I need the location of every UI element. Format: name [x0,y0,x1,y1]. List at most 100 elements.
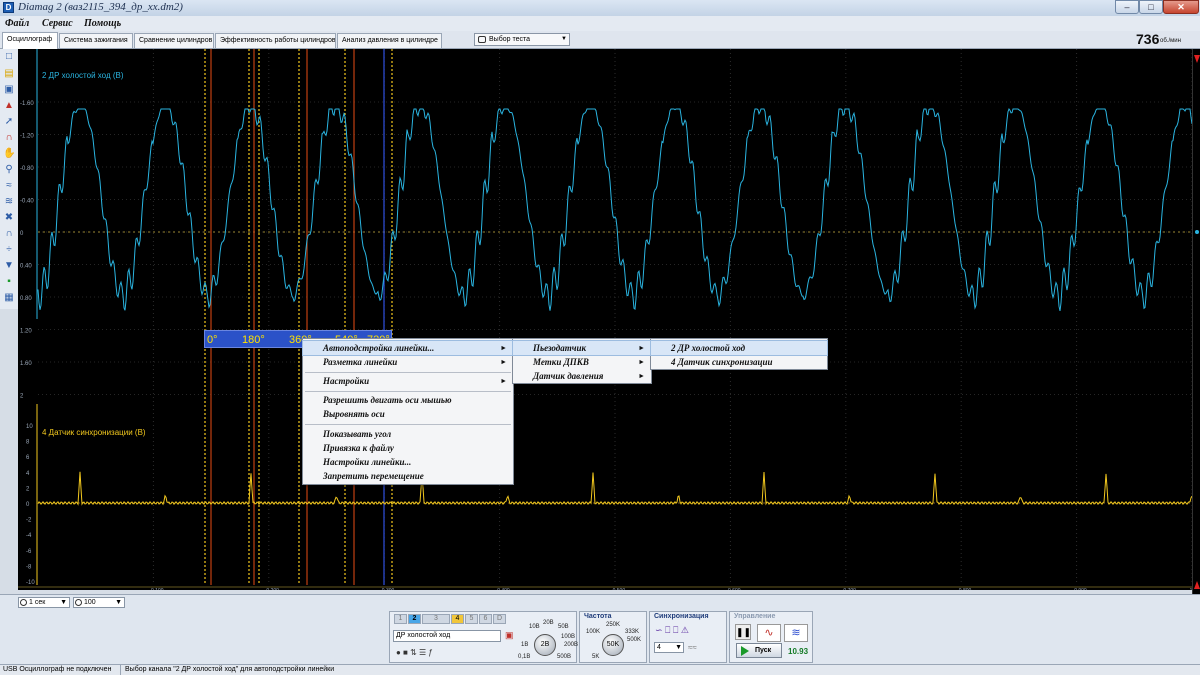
magnet-icon[interactable]: ∩ [3,132,15,143]
open-folder-icon[interactable]: ▤ [3,68,15,79]
left-toolbar: □ ▤ ▣ ▲ ➚ ∩ ✋ ⚲ ≈ ≋ ✖ ∩ ÷ ▼ ▪ ▦ [0,49,18,309]
tab-cylinder-efficiency[interactable]: Эффективность работы цилиндров [215,33,336,48]
channel-color-icon[interactable]: ▣ [505,630,514,641]
channel-tab-6[interactable]: 6 [479,614,492,624]
menu-help[interactable]: Помощь [84,18,121,29]
rpm-value: 736 [1136,31,1160,47]
menu-ruler-marking[interactable]: Разметка линейки ► [303,355,513,369]
x-tick-label: 0.400 [497,588,510,590]
menu-bind-to-file[interactable]: Привязка к файлу [303,441,513,455]
maximize-button[interactable]: □ [1139,0,1163,14]
menu-auto-ruler[interactable]: Автоподстройка линейки... ► [302,340,514,356]
tab-cylinder-pressure[interactable]: Анализ давления в цилиндре [337,33,442,48]
ch2-tick-label: -1.60 [20,101,34,107]
menu-settings[interactable]: Настройки ► [303,374,513,388]
ch2-tick-label: 0.40 [20,264,32,270]
overlay-icon[interactable]: ≋ [3,196,15,207]
ch4-tick-label: -2 [26,518,32,524]
cursor-icon[interactable]: ➚ [3,116,15,127]
channel-tab-1[interactable]: 1 [394,614,407,624]
ch2-tick-label: 1.20 [20,329,32,335]
x-tick-label: 0.800 [959,588,972,590]
wave-icon[interactable]: ≈ [3,180,15,191]
run-button[interactable]: Пуск [736,643,782,658]
menu-forbid-move[interactable]: Запретить перемещение [303,469,513,483]
right-scroll-strip[interactable] [1192,49,1200,594]
channel-tab-5[interactable]: 5 [465,614,478,624]
x-tick-label: 0.500 [613,588,626,590]
hand-icon[interactable]: ✋ [3,148,15,159]
time-scale-select[interactable]: 1 сек ▼ [18,597,70,608]
channel-panel: 1 2 3 4 5 6 D ДР холостой ход ▣ ● ■ ⇅ ☰ … [389,611,578,663]
tab-oscilloscope[interactable]: Осциллограф [2,32,58,49]
channel-name-input[interactable]: ДР холостой ход [393,630,501,642]
play-icon [741,646,749,656]
test-select-dropdown[interactable]: Выбор теста ▼ [474,33,570,46]
x-tick-label: 0.200 [266,588,279,590]
menu-show-angle[interactable]: Показывать угол [303,427,513,441]
ch4-tick-label: -4 [26,533,32,539]
sync-panel: Синхронизация ∽ ⎕ ⎕ ⚠ 4 ▼ ≈≈ [649,611,727,663]
menu-allow-move-axes[interactable]: Разрешить двигать оси мышью [303,393,513,407]
menu-ruler-settings[interactable]: Настройки линейки... [303,455,513,469]
waveform-canvas: -1.60 -1.20 -0.80 -0.40 0 0.40 0.80 1.20 1.60 2 10… [18,49,1192,590]
cross-icon[interactable]: ✖ [3,212,15,223]
marker-icon[interactable]: ▪ [3,276,15,287]
channel-tab-digital[interactable]: D [493,614,506,624]
zoom-icon[interactable]: ⚲ [3,164,15,175]
submenu-piezo-channel: 2 ДР холостой ход 4 Датчик синхронизации [650,338,828,370]
single-wave-icon[interactable]: ∿ [757,624,781,642]
measure-icon[interactable]: ▲ [3,100,15,111]
status-connection: USB Осциллограф не подключен [3,666,112,673]
math-icon[interactable]: ∩ [3,228,15,239]
ch2-tick-label: -1.20 [20,134,34,140]
ch2-label: 2 ДР холостой ход (В) [42,71,124,80]
ch2-tick-label: 0 [20,231,24,237]
sync-mode-icons[interactable]: ∽ ⎕ ⎕ ⚠ [655,625,689,636]
context-menu: Автоподстройка линейки... ► Разметка лине… [302,338,514,485]
diamag-window: D Diamag 2 (ваз2115_394_др_хх.dm2) – □ ✕… [0,0,1200,675]
ch2-tick-label: -0.80 [20,166,34,172]
menu-pressure-sensor[interactable]: Датчик давления ► [513,369,651,383]
sync-edge-icon[interactable]: ≈≈ [688,643,697,652]
channel-tab-4[interactable]: 4 [451,614,464,624]
menu-service[interactable]: Сервис [42,18,73,29]
ch4-tick-label: 8 [26,440,30,446]
table-icon[interactable]: ▦ [3,292,15,303]
ch4-tick-label: 10 [26,424,33,430]
minimize-button[interactable]: – [1115,0,1139,14]
menu-align-axes[interactable]: Выровнять оси [303,407,513,421]
menu-channel-4[interactable]: 4 Датчик синхронизации [651,355,827,369]
app-icon: D [3,2,14,13]
zoom-controls: 1 сек ▼ 100 ▼ [18,597,128,608]
pause-icon[interactable]: ❚❚ [735,624,751,640]
mode-tabs: Осциллограф Система зажигания Сравнение … [0,31,1200,49]
divide-icon[interactable]: ÷ [3,244,15,255]
ch2-tick-label: 0.80 [20,296,32,302]
amplitude-scale-select[interactable]: 100 ▼ [73,597,125,608]
tab-ignition[interactable]: Система зажигания [59,33,133,48]
new-file-icon[interactable]: □ [3,51,15,62]
x-tick-label: 0.300 [382,588,395,590]
ruler-label-0: 0° [207,334,218,346]
frequency-knob[interactable]: 50K [602,634,624,656]
channel-tab-2[interactable]: 2 [408,614,421,624]
filter-icon[interactable]: ▼ [3,260,15,271]
oscilloscope-plot[interactable]: -1.60 -1.20 -0.80 -0.40 0 0.40 0.80 1.20 1.60 2 10… [18,49,1192,590]
close-button[interactable]: ✕ [1163,0,1199,14]
menu-crank-marks[interactable]: Метки ДПКВ ► [513,355,651,369]
test-icon [478,36,486,43]
menu-piezo-sensor[interactable]: Пьезодатчик ► [512,340,652,356]
sync-channel-select[interactable]: 4 ▼ [654,642,684,653]
save-icon[interactable]: ▣ [3,84,15,95]
voltage-knob[interactable]: 2В [534,634,556,656]
menu-file[interactable]: Файл [5,18,29,29]
menu-channel-2[interactable]: 2 ДР холостой ход [650,340,828,356]
ch2-tick-label: -0.40 [20,199,34,205]
tab-cylinder-compare[interactable]: Сравнение цилиндров [134,33,214,48]
multi-wave-icon[interactable]: ≋ [784,624,808,642]
frequency-panel: Частота 50K 250K 100K 333K 500K 5K [579,611,647,663]
rpm-unit: об./мин [1160,38,1181,44]
channel-tab-3[interactable]: 3 [422,614,450,624]
channel-tools-icons[interactable]: ● ■ ⇅ ☰ ƒ [396,648,433,657]
